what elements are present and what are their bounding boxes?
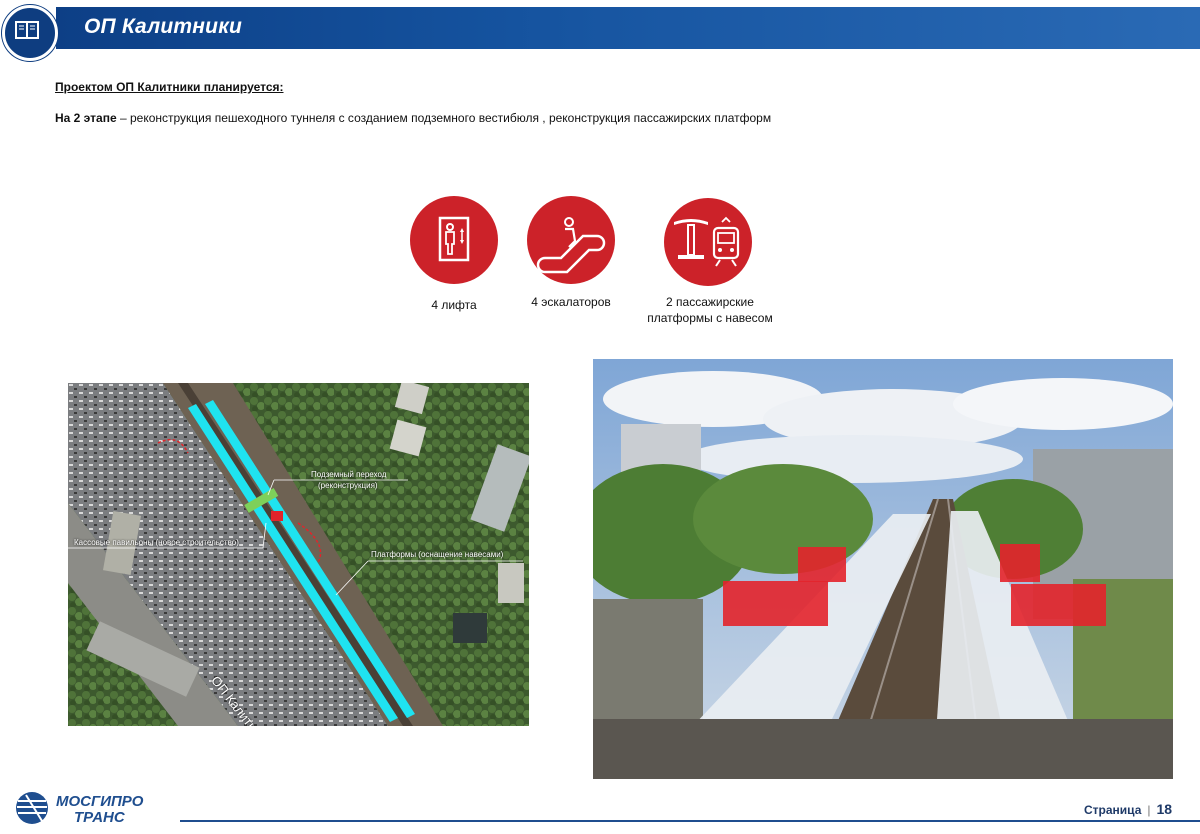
platform-label-line1: 2 пассажирские <box>666 295 754 309</box>
page-separator: | <box>1147 803 1151 817</box>
page-header: ОП Калитники <box>0 5 1200 61</box>
footer-divider <box>180 820 1200 822</box>
book-logo-icon <box>2 5 58 61</box>
map-label-underpass-sub: (реконструкция) <box>318 481 378 490</box>
stage-label: На 2 этапе <box>55 111 117 125</box>
page-label: Страница <box>1084 803 1142 817</box>
satellite-map: Подземный переход (реконструкция) Кассов… <box>68 383 529 726</box>
escalator-label: 4 эскалаторов <box>531 295 611 309</box>
elevator-label: 4 лифта <box>431 298 477 312</box>
elevator-icon <box>410 196 498 284</box>
station-rendering-photo <box>593 359 1173 779</box>
platform-label: 2 пассажирские платформы с навесом <box>630 294 790 326</box>
map-label-kiosks: Кассовые павильоны (новое строительство) <box>74 538 239 547</box>
logo-text-line2: ТРАНС <box>74 809 126 826</box>
page-number: 18 <box>1156 801 1173 817</box>
map-label-platforms: Платформы (оснащение навесами) <box>371 550 504 559</box>
logo-text-line1: МОСГИПРО <box>56 793 144 810</box>
photo-image <box>593 359 1173 779</box>
mosgiprotrans-logo: МОСГИПРО ТРАНС <box>16 787 166 834</box>
intro-heading: Проектом ОП Калитники планируется: <box>55 80 284 94</box>
stage-description: На 2 этапе – реконструкция пешеходного т… <box>55 111 771 125</box>
platform-label-line2: платформы с навесом <box>647 311 773 325</box>
platform-train-icon <box>664 198 752 286</box>
page-title: ОП Калитники <box>84 15 243 38</box>
stage-text: – реконструкция пешеходного туннеля с со… <box>116 111 772 125</box>
map-label-underpass: Подземный переход <box>311 470 387 479</box>
page-indicator: Страница | 18 <box>1084 801 1172 817</box>
escalator-icon <box>527 196 615 284</box>
